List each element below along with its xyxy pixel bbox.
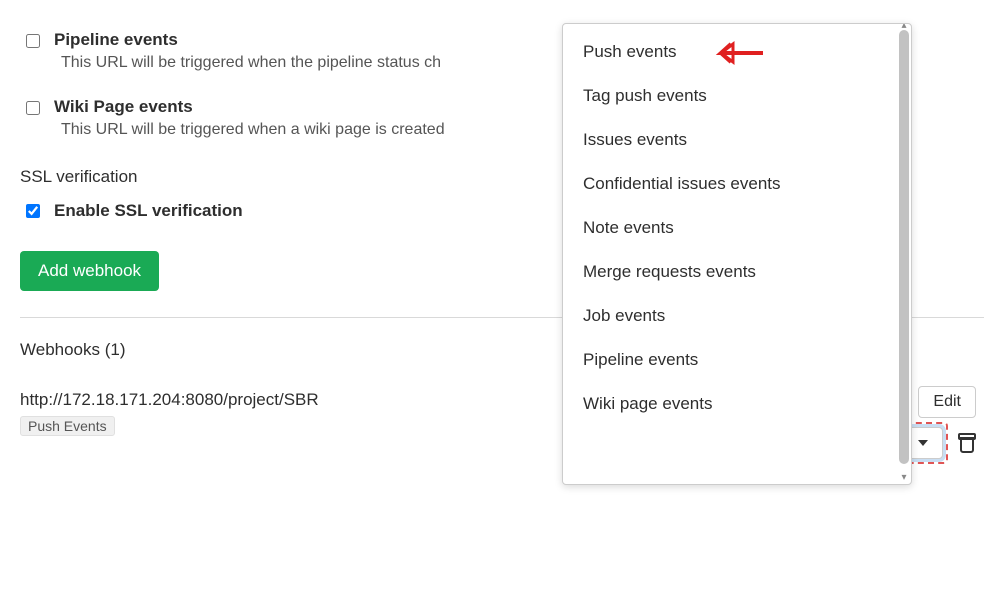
- dropdown-item-push-events[interactable]: Push events: [563, 30, 911, 74]
- dropdown-item-issues-events[interactable]: Issues events: [563, 118, 911, 162]
- enable-ssl-label: Enable SSL verification: [54, 201, 243, 221]
- add-webhook-button[interactable]: Add webhook: [20, 251, 159, 291]
- enable-ssl-checkbox[interactable]: [26, 204, 40, 218]
- dropdown-item-pipeline-events[interactable]: Pipeline events: [563, 338, 911, 382]
- trigger-wiki-page-events-checkbox[interactable]: [26, 101, 40, 115]
- trigger-pipeline-events-text: Pipeline events: [54, 30, 178, 50]
- scroll-up-arrow-icon[interactable]: ▴: [898, 23, 910, 30]
- trigger-wiki-page-events-text: Wiki Page events: [54, 97, 193, 117]
- dropdown-item-tag-push-events[interactable]: Tag push events: [563, 74, 911, 118]
- test-dropdown-menu: ▴ Push events Tag push events Issues eve…: [562, 23, 912, 485]
- scroll-down-arrow-icon[interactable]: ▾: [898, 472, 910, 482]
- test-dropdown-scroll[interactable]: Push events Tag push events Issues event…: [563, 24, 911, 484]
- caret-down-icon: [918, 440, 928, 446]
- edit-button[interactable]: Edit: [918, 386, 976, 418]
- webhook-tag-push-events: Push Events: [20, 416, 115, 436]
- dropdown-item-merge-requests-events[interactable]: Merge requests events: [563, 250, 911, 294]
- trigger-pipeline-events-checkbox[interactable]: [26, 34, 40, 48]
- dropdown-item-confidential-issues-events[interactable]: Confidential issues events: [563, 162, 911, 206]
- dropdown-item-job-events[interactable]: Job events: [563, 294, 911, 338]
- dropdown-item-wiki-page-events[interactable]: Wiki page events: [563, 382, 911, 426]
- trash-icon[interactable]: [958, 433, 976, 453]
- dropdown-item-note-events[interactable]: Note events: [563, 206, 911, 250]
